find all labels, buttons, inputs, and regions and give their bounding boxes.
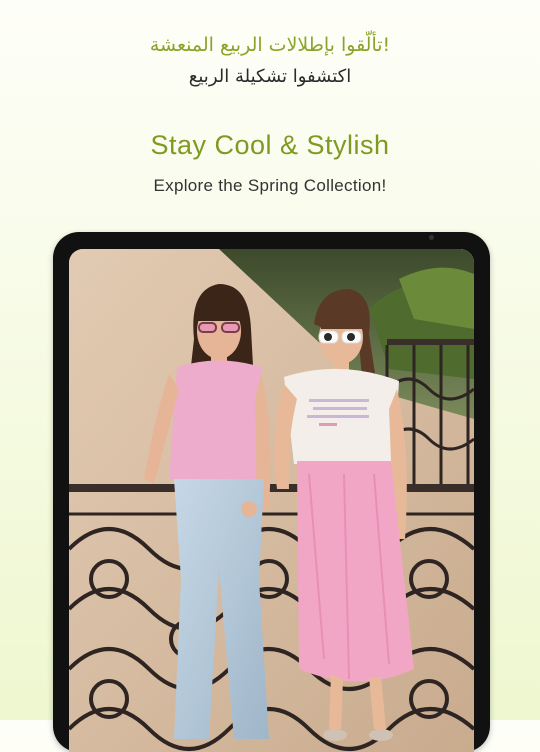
arabic-subheadline: اكتشفوا تشكيلة الربيع: [188, 66, 352, 87]
camera-icon: [429, 235, 434, 240]
hero-illustration: [69, 249, 474, 752]
page-title: Stay Cool & Stylish: [150, 130, 390, 160]
hero-image[interactable]: [69, 249, 474, 752]
arabic-headline: !تألّقوا بإطلالات الربيع المنعشة: [149, 34, 391, 56]
page-subtitle: Explore the Spring Collection!: [153, 176, 387, 195]
tablet-frame: [53, 232, 490, 752]
